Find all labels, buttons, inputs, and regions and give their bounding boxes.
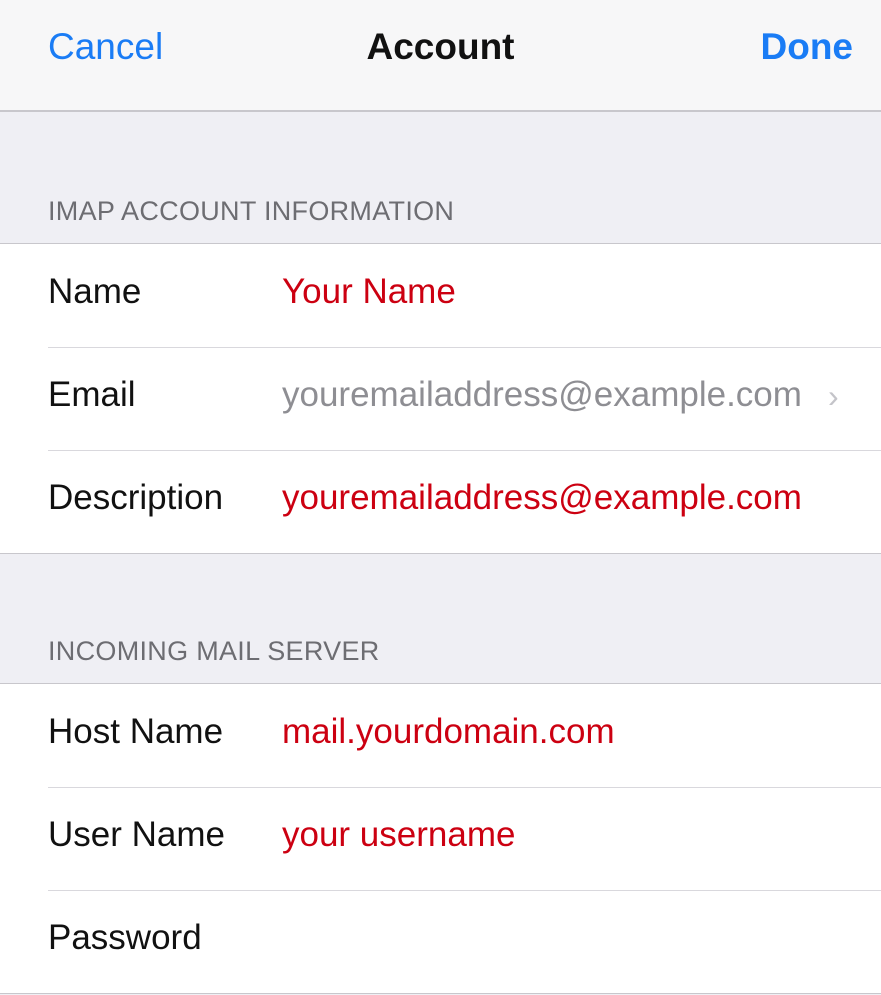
host-name-label: Host Name	[48, 712, 224, 751]
description-field[interactable]: youremailaddress@example.com	[282, 478, 802, 518]
imap-account-group: Name Your Name Email youremailaddress@ex…	[0, 243, 881, 554]
email-value: youremailaddress@example.com	[282, 375, 802, 414]
user-name-field[interactable]: your username	[282, 815, 515, 855]
user-name-label: User Name	[48, 815, 225, 854]
imap-section-header: IMAP ACCOUNT INFORMATION	[48, 196, 455, 226]
name-field[interactable]: Your Name	[282, 272, 456, 312]
incoming-mail-server-group: Host Name mail.yourdomain.com User Name …	[0, 683, 881, 994]
password-row[interactable]: Password	[0, 890, 881, 993]
chevron-right-icon: ›	[828, 378, 839, 414]
host-name-field[interactable]: mail.yourdomain.com	[282, 712, 615, 752]
page-title: Account	[366, 26, 515, 67]
description-label: Description	[48, 478, 224, 517]
description-row[interactable]: Description youremailaddress@example.com	[0, 450, 881, 553]
host-name-row[interactable]: Host Name mail.yourdomain.com	[0, 684, 881, 787]
user-name-row[interactable]: User Name your username	[0, 787, 881, 890]
name-label: Name	[48, 272, 142, 311]
email-row[interactable]: Email youremailaddress@example.com ›	[0, 347, 881, 450]
done-button[interactable]: Done	[761, 26, 854, 68]
name-row[interactable]: Name Your Name	[0, 244, 881, 347]
password-label: Password	[48, 918, 202, 957]
email-label: Email	[48, 375, 136, 414]
navigation-bar: Cancel Account Done	[0, 0, 881, 112]
incoming-section-header: INCOMING MAIL SERVER	[48, 636, 380, 666]
